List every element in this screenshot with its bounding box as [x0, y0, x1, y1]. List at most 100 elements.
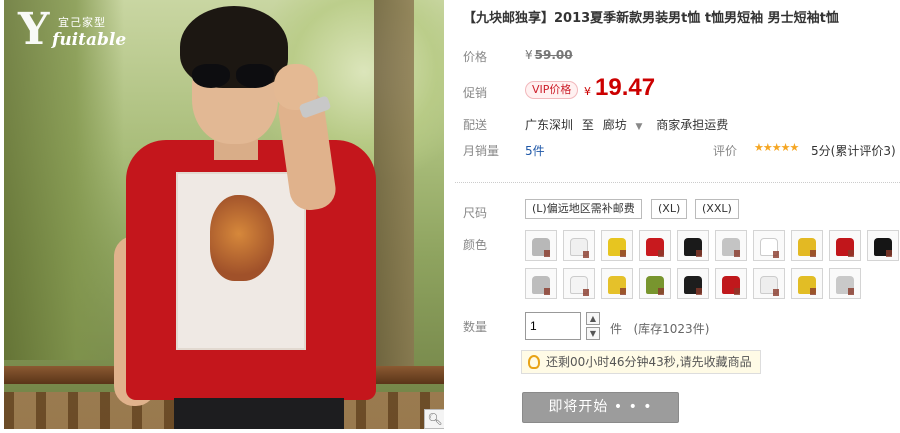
print-graphic-icon — [886, 250, 892, 257]
print-graphic-icon — [658, 250, 664, 257]
color-swatch[interactable] — [639, 268, 671, 299]
tshirt-red-icon — [722, 276, 740, 295]
size-option-xl[interactable]: (XL) — [651, 199, 688, 219]
ship-to-word: 至 — [581, 118, 594, 132]
stock-count: (库存1023件) — [633, 322, 710, 336]
tshirt-red-icon — [646, 238, 664, 257]
zoom-icon[interactable]: 🔍︎ — [424, 409, 444, 429]
sale-price-currency: ¥ — [584, 85, 591, 98]
original-price-value: 59.00 — [534, 48, 573, 62]
print-graphic-icon — [773, 251, 779, 258]
print-graphic-icon — [583, 251, 589, 258]
color-swatch[interactable] — [677, 268, 709, 299]
color-swatch[interactable] — [563, 268, 595, 299]
print-graphic-icon — [620, 288, 626, 295]
chevron-down-icon: ▼ — [635, 122, 643, 132]
tshirt-black-icon — [684, 238, 702, 257]
print-graphic-icon — [810, 288, 816, 295]
price-label: 价格 — [463, 50, 488, 64]
color-swatch[interactable] — [791, 230, 823, 261]
print-graphic-icon — [544, 288, 550, 295]
divider — [455, 182, 900, 183]
brand-logo-cn: 宜己家型 — [58, 16, 106, 29]
koi-fish-graphic — [210, 195, 274, 281]
sunglasses — [186, 64, 276, 90]
countdown-text: 还剩00小时46分钟43秒,请先收藏商品 — [546, 355, 752, 369]
quantity-increase-icon[interactable]: ▲ — [586, 312, 600, 325]
color-swatch[interactable] — [829, 230, 861, 261]
tshirt-gray-icon — [532, 238, 550, 257]
tshirt-gray-icon — [532, 276, 550, 295]
print-graphic-icon — [696, 250, 702, 257]
print-graphic-icon — [734, 250, 740, 257]
product-page: Y 宜己家型 fuitable 🔍︎ 【九块邮独享】2013夏季新款男装男t恤 … — [0, 0, 900, 433]
color-swatch[interactable] — [677, 230, 709, 261]
size-option-l[interactable]: (L)偏远地区需补邮费 — [525, 199, 642, 219]
product-photo[interactable]: Y 宜己家型 fuitable 🔍︎ — [4, 0, 444, 429]
tshirt-yellow-icon — [608, 238, 626, 257]
original-price: ¥59.00 — [525, 48, 573, 62]
color-swatch[interactable] — [791, 268, 823, 299]
rating-label: 评价 — [713, 144, 738, 158]
color-swatch[interactable] — [525, 268, 557, 299]
size-option-xxl[interactable]: (XXL) — [695, 199, 739, 219]
quantity-decrease-icon[interactable]: ▼ — [586, 327, 600, 340]
size-label: 尺码 — [463, 206, 488, 220]
print-graphic-icon — [583, 289, 589, 296]
color-swatch[interactable] — [715, 230, 747, 261]
print-graphic-icon — [734, 288, 740, 295]
ship-to-selector[interactable]: 廊坊 ▼ — [603, 118, 648, 132]
color-swatch[interactable] — [639, 230, 671, 261]
monthly-sales-value: 5件 — [525, 144, 545, 158]
print-graphic-icon — [658, 288, 664, 295]
product-title: 【九块邮独享】2013夏季新款男装男t恤 t恤男短袖 男士短袖t恤 — [463, 11, 839, 26]
quantity-label: 数量 — [463, 320, 488, 334]
product-info-panel: 【九块邮独享】2013夏季新款男装男t恤 t恤男短袖 男士短袖t恤 价格 ¥59… — [455, 0, 900, 433]
print-graphic-icon — [544, 250, 550, 257]
tshirt-yellow-icon — [798, 238, 816, 257]
ship-to: 廊坊 — [602, 118, 627, 132]
ship-fee: 商家承担运费 — [656, 118, 729, 132]
color-swatch[interactable] — [601, 230, 633, 261]
tshirt-green-icon — [646, 276, 664, 295]
print-graphic-icon — [773, 289, 779, 296]
shipping-info: 广东深圳 至 廊坊 ▼ 商家承担运费 — [525, 116, 733, 133]
tshirt-white-icon — [760, 238, 779, 258]
ship-from: 广东深圳 — [525, 118, 574, 132]
rating-summary-link[interactable]: 5分(累计评价3) — [811, 142, 896, 159]
tshirt-black-icon — [684, 276, 702, 295]
color-swatch[interactable] — [753, 268, 785, 299]
color-swatch[interactable] — [829, 268, 861, 299]
tshirt-gray-icon — [836, 276, 854, 295]
tshirt-white-icon — [570, 238, 589, 258]
tshirt-white-icon — [760, 276, 779, 296]
monthly-sales-label: 月销量 — [463, 144, 500, 158]
tshirt-yellow-icon — [608, 276, 626, 295]
color-swatch[interactable] — [563, 230, 595, 261]
promo-label: 促销 — [463, 86, 488, 100]
sale-price: ¥19.47 — [584, 74, 655, 102]
quantity-input[interactable] — [525, 312, 581, 340]
color-swatch[interactable] — [867, 230, 899, 261]
print-graphic-icon — [696, 288, 702, 295]
shipping-label: 配送 — [463, 118, 488, 132]
countdown-notice: 还剩00小时46分钟43秒,请先收藏商品 — [521, 350, 761, 374]
print-graphic-icon — [848, 250, 854, 257]
quantity-unit: 件 — [610, 322, 623, 336]
color-swatch[interactable] — [715, 268, 747, 299]
sale-price-value: 19.47 — [595, 74, 656, 101]
vip-price-badge: VIP价格 — [525, 81, 579, 99]
print-graphic-icon — [848, 288, 854, 295]
tshirt-black-icon — [874, 238, 892, 257]
color-swatch[interactable] — [753, 230, 785, 261]
color-swatch[interactable] — [601, 268, 633, 299]
tshirt-gray-icon — [722, 238, 740, 257]
coming-soon-button[interactable]: 即将开始 • • • — [522, 392, 679, 423]
tshirt-yellow-icon — [798, 276, 816, 295]
star-rating-icon: ★★★★★ — [754, 141, 799, 154]
model-figure — [114, 0, 414, 429]
color-label: 颜色 — [463, 238, 488, 252]
color-swatch[interactable] — [525, 230, 557, 261]
brand-logo-mark: Y — [18, 4, 50, 55]
model-pants — [174, 398, 344, 429]
